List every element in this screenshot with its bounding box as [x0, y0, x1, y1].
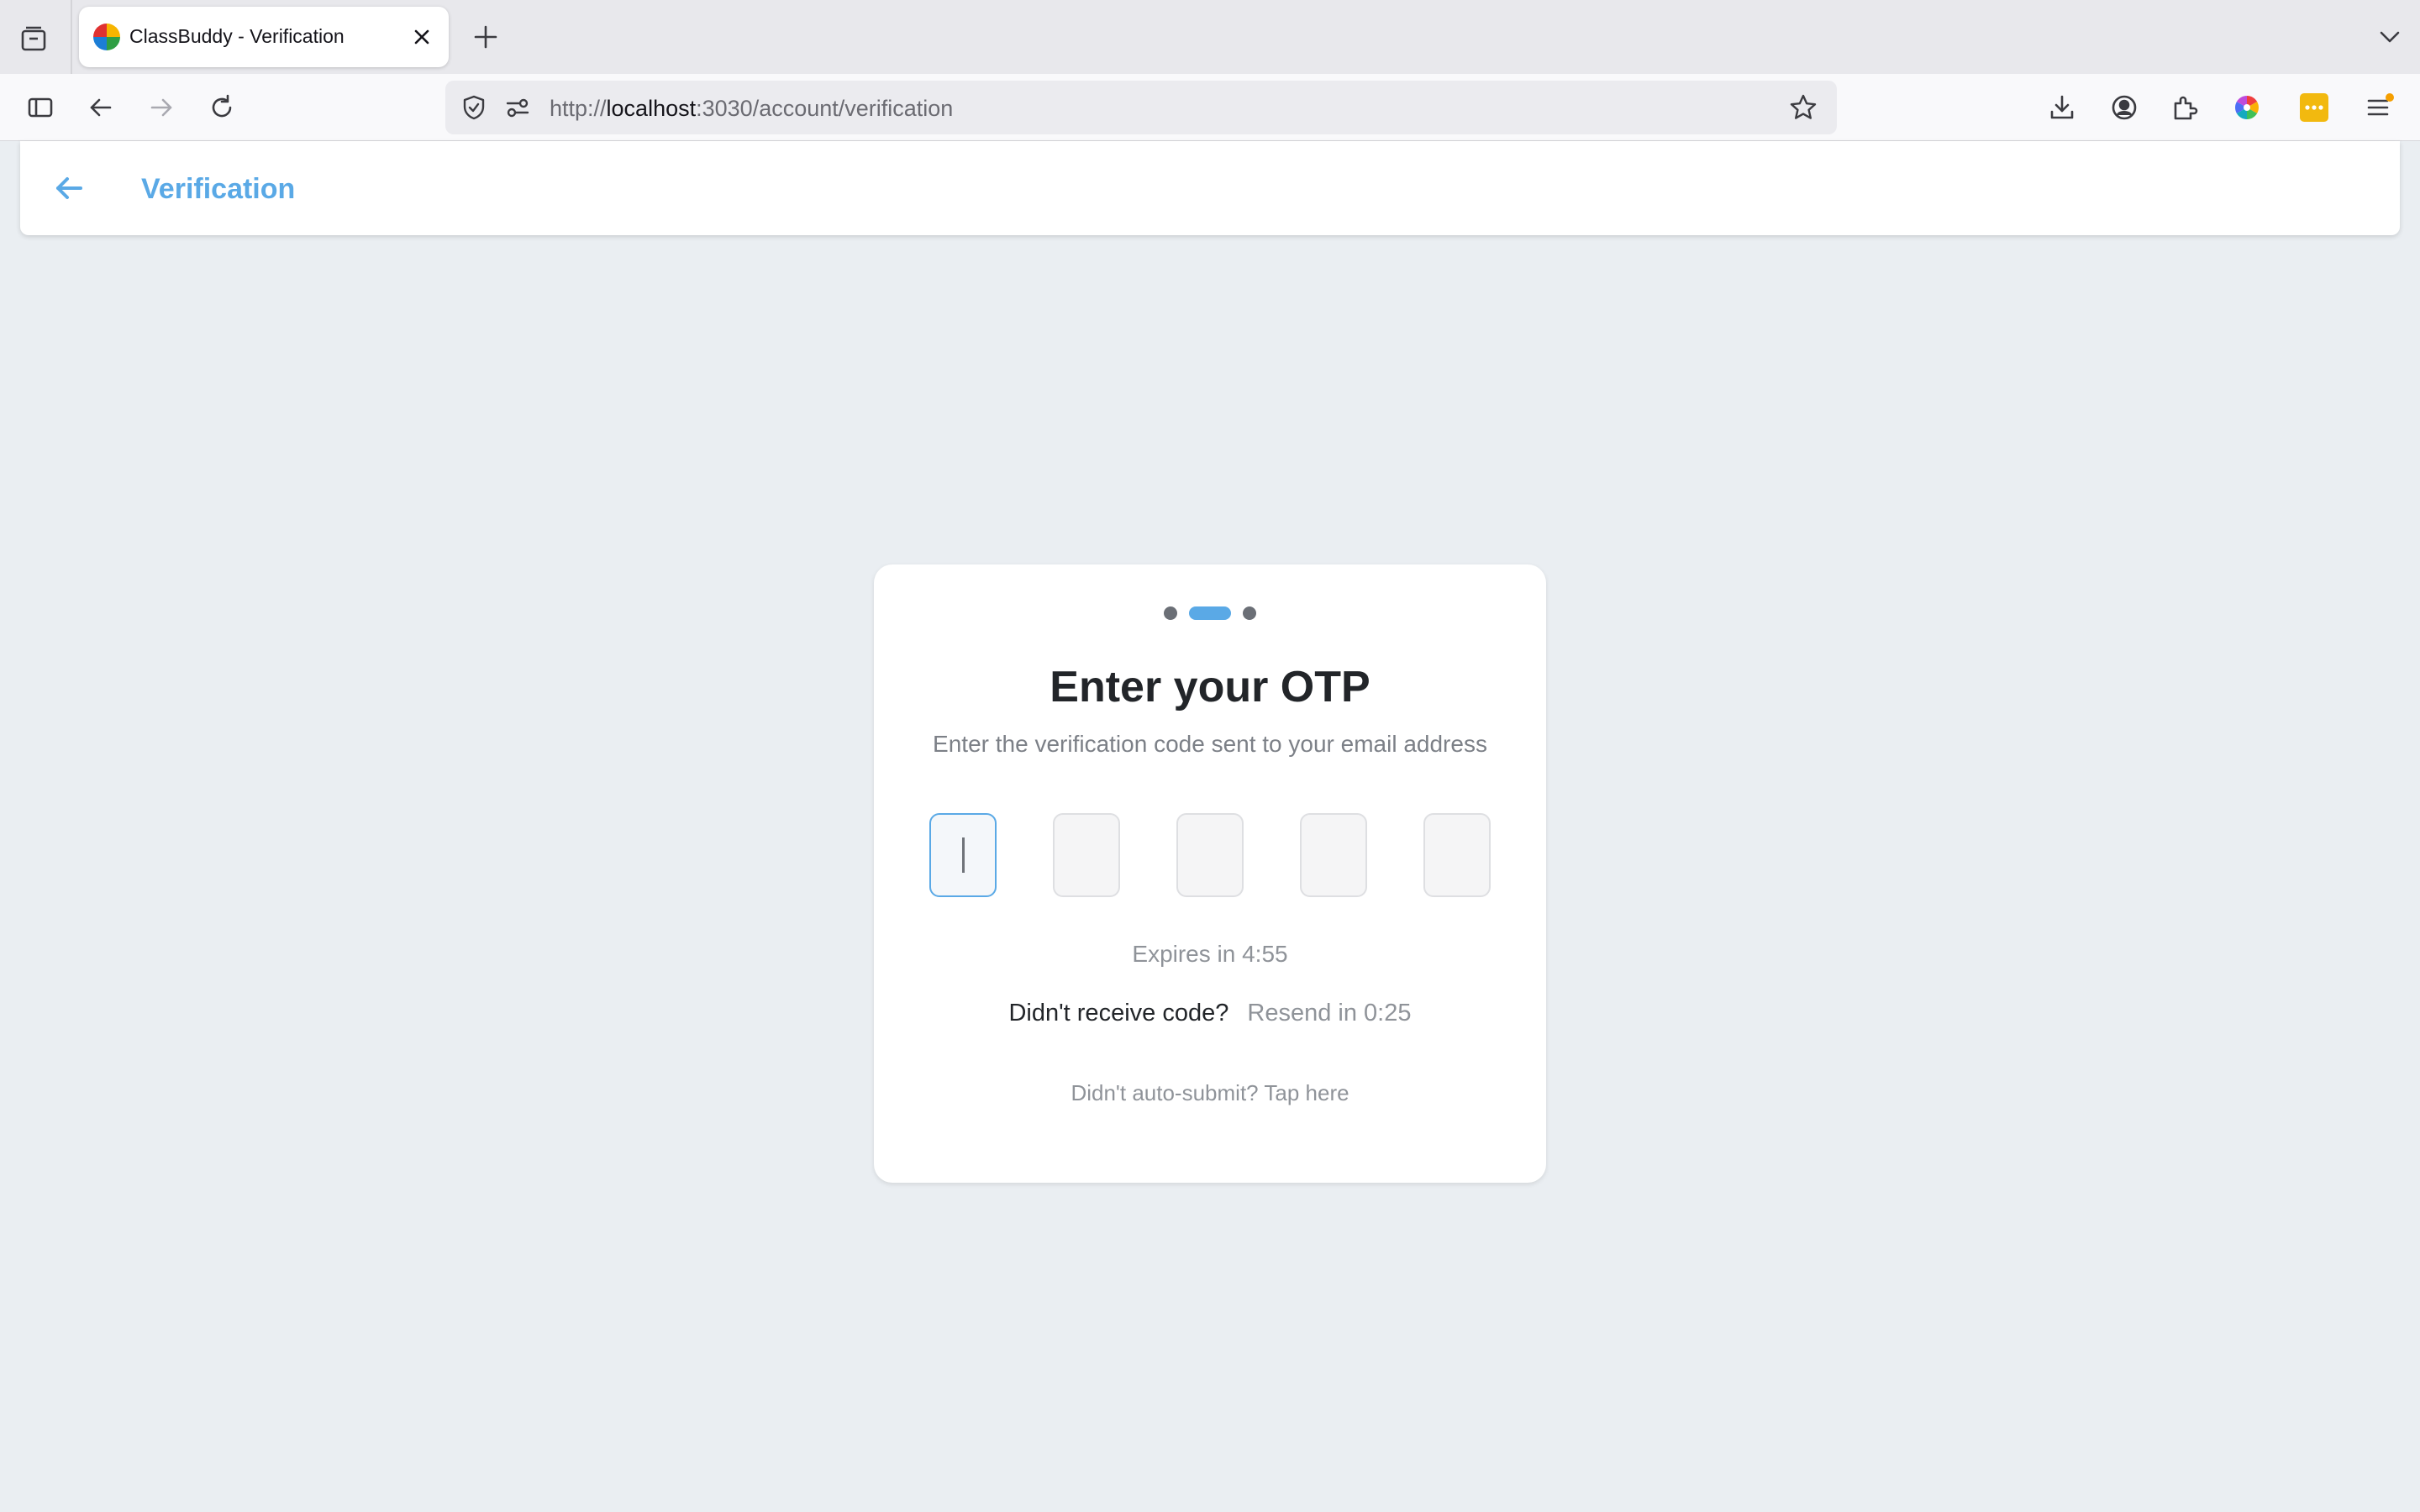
resend-timer-link[interactable]: Resend in 0:25: [1247, 1000, 1411, 1026]
url-bar[interactable]: http://localhost:3030/account/verificati…: [445, 81, 1837, 134]
shield-icon[interactable]: [457, 91, 491, 124]
sidebar-icon[interactable]: [20, 87, 60, 128]
app-header: Verification: [20, 141, 2400, 235]
otp-digit-input-3[interactable]: [1176, 813, 1244, 897]
back-button[interactable]: [45, 165, 92, 212]
hamburger-menu-icon[interactable]: [2360, 87, 2400, 128]
url-host: localhost: [606, 96, 697, 121]
arrow-left-icon: [56, 177, 82, 199]
step-dot-2-active: [1189, 606, 1231, 620]
resend-row: Didn't receive code? Resend in 0:25: [874, 1000, 1546, 1027]
browser-nav-bar: http://localhost:3030/account/verificati…: [0, 74, 2420, 141]
otp-digit-input-2[interactable]: [1053, 813, 1120, 897]
password-manager-icon[interactable]: [2294, 87, 2334, 128]
classbuddy-favicon-icon: [93, 24, 120, 50]
otp-subtitle: Enter the verification code sent to your…: [933, 731, 1487, 757]
url-text[interactable]: http://localhost:3030/account/verificati…: [550, 96, 953, 122]
color-wheel-icon[interactable]: [2227, 87, 2267, 128]
step-dot-3: [1243, 606, 1256, 620]
url-path: :3030/account/verification: [696, 96, 954, 121]
reload-icon[interactable]: [202, 87, 242, 128]
step-dot-1: [1164, 606, 1177, 620]
browser-tab-active[interactable]: ClassBuddy - Verification: [79, 7, 449, 67]
account-icon[interactable]: [2104, 87, 2144, 128]
otp-digit-input-4[interactable]: [1300, 813, 1367, 897]
url-scheme: http://: [550, 96, 607, 121]
tab-title: ClassBuddy - Verification: [129, 25, 345, 47]
otp-input-group: [929, 813, 1491, 897]
star-icon[interactable]: [1786, 91, 1820, 124]
puzzle-icon[interactable]: [2165, 87, 2205, 128]
arrow-left-icon[interactable]: [81, 87, 121, 128]
tab-divider: [71, 0, 72, 74]
otp-digit-input-1[interactable]: [929, 813, 997, 897]
close-icon[interactable]: [407, 22, 437, 52]
plus-icon[interactable]: [467, 18, 504, 55]
chevron-down-icon[interactable]: [2371, 18, 2408, 55]
permissions-icon[interactable]: [501, 91, 534, 124]
otp-title: Enter your OTP: [1050, 663, 1370, 711]
resend-question: Didn't receive code?: [1008, 1000, 1229, 1026]
page-title: Verification: [141, 173, 296, 205]
arrow-right-icon[interactable]: [141, 87, 182, 128]
otp-expiry-text: Expires in 4:55: [1132, 941, 1288, 967]
otp-digit-input-5[interactable]: [1423, 813, 1491, 897]
step-indicator: [874, 605, 1546, 622]
text-caret: [961, 837, 965, 873]
browser-tab-bar: ClassBuddy - Verification: [0, 0, 2420, 74]
manual-submit-link[interactable]: Didn't auto-submit? Tap here: [874, 1080, 1546, 1106]
download-icon[interactable]: [2042, 87, 2082, 128]
tab-tray-icon[interactable]: [15, 20, 52, 57]
otp-card: Enter your OTP Enter the verification co…: [874, 564, 1546, 1183]
